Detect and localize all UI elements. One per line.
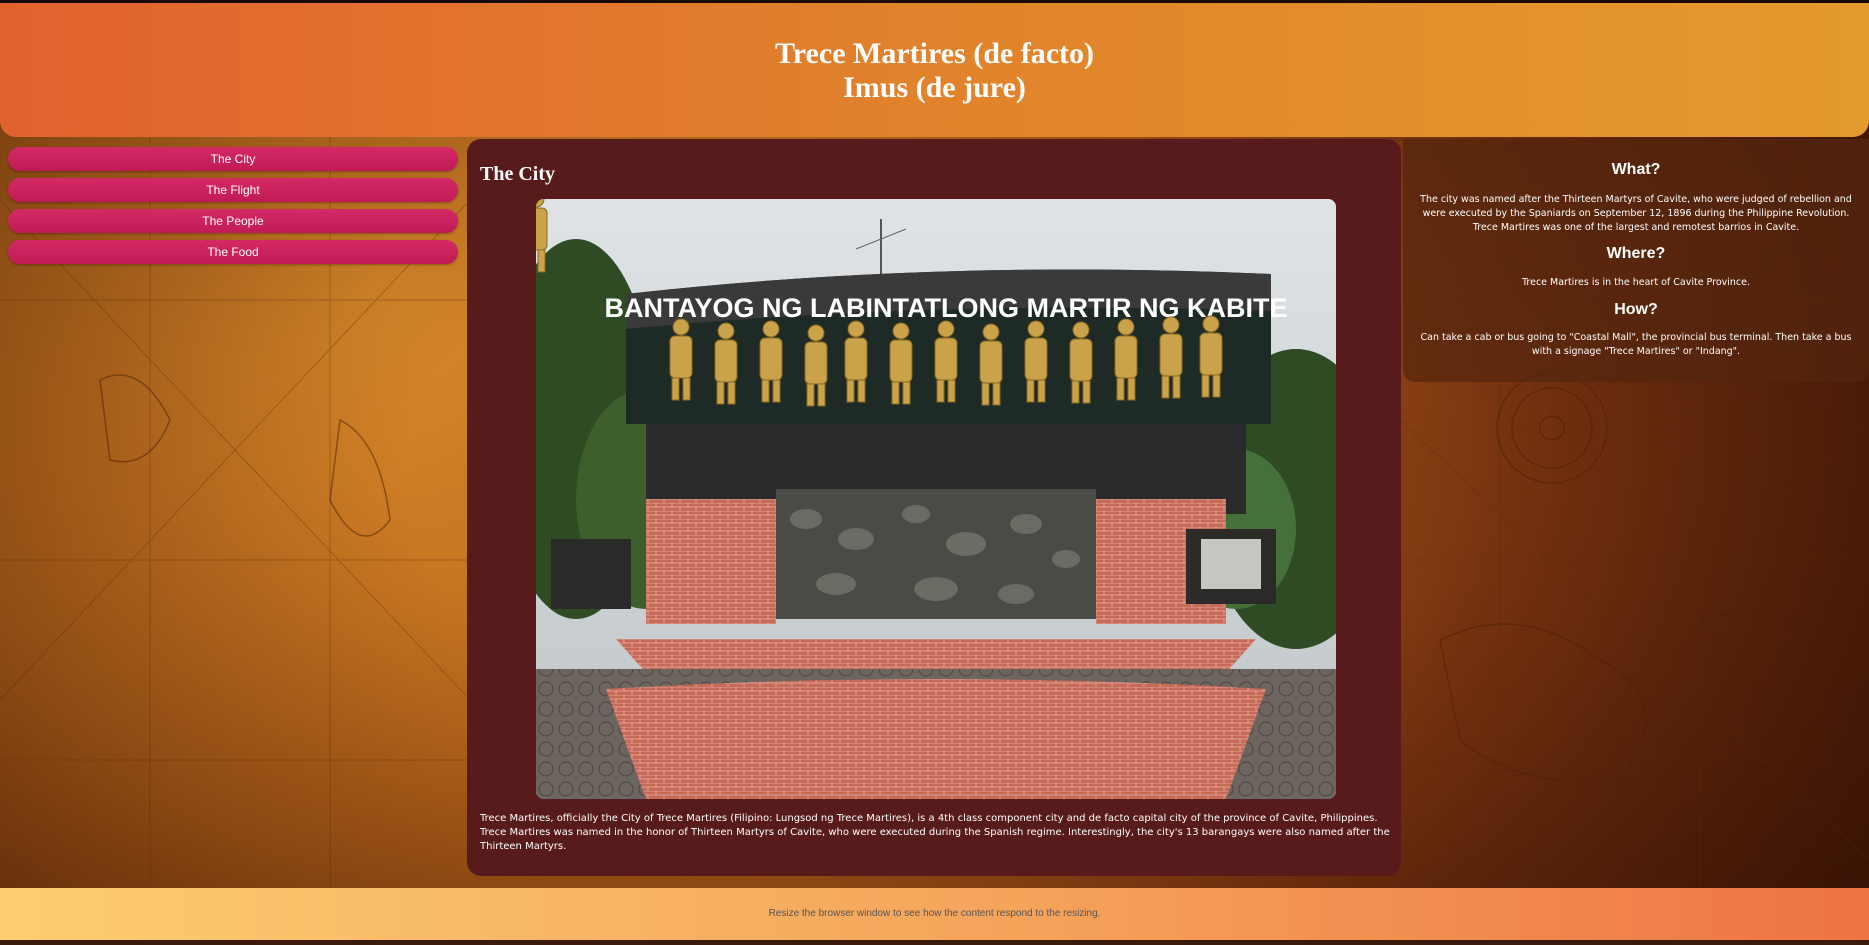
page-footer: Resize the browser window to see how the…	[0, 888, 1869, 940]
main-content-panel: The City BANTAYOG NG LABINTATLONG MARTIR…	[467, 139, 1401, 876]
how-heading: How?	[1614, 301, 1658, 318]
where-heading: Where?	[1606, 245, 1666, 262]
side-navigation: The City The Flight The People The Food	[8, 147, 458, 271]
what-text: The city was named after the Thirteen Ma…	[1420, 194, 1852, 233]
info-sidebar: What? The city was named after the Thirt…	[1403, 139, 1869, 382]
section-heading: The City	[480, 163, 555, 185]
footer-text: Resize the browser window to see how the…	[768, 908, 1101, 919]
what-heading: What?	[1611, 161, 1661, 178]
window-bottom-edge	[0, 940, 1869, 945]
page-header: Trece Martires (de facto) Imus (de jure)	[0, 3, 1869, 137]
nav-item-the-people[interactable]: The People	[8, 209, 458, 233]
nav-item-the-flight[interactable]: The Flight	[8, 178, 458, 202]
monument-illustration: BANTAYOG NG LABINTATLONG MARTIR NG KABIT…	[536, 199, 1336, 799]
page-title: Trece Martires (de facto)	[775, 37, 1094, 70]
nav-item-the-food[interactable]: The Food	[8, 240, 458, 264]
city-description: Trece Martires, officially the City of T…	[480, 813, 1390, 852]
where-text: Trece Martires is in the heart of Cavite…	[1522, 277, 1750, 288]
monument-photo: BANTAYOG NG LABINTATLONG MARTIR NG KABIT…	[536, 199, 1336, 799]
how-text: Can take a cab or bus going to "Coastal …	[1420, 332, 1852, 357]
sign-text: BANTAYOG NG LABINTATLONG MARTIR NG KABIT…	[605, 293, 1288, 323]
page-subtitle: Imus (de jure)	[843, 71, 1026, 104]
nav-item-the-city[interactable]: The City	[8, 147, 458, 171]
